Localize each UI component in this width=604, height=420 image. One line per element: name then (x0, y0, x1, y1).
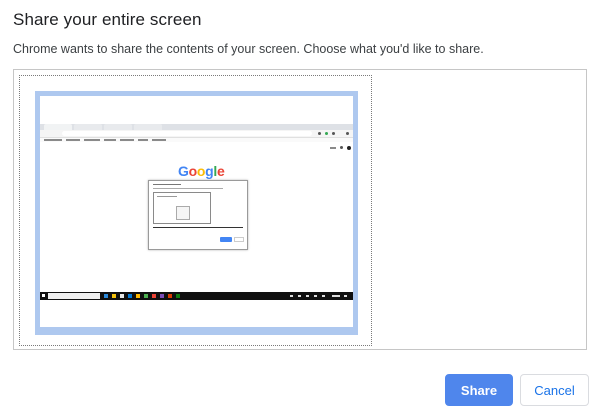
thumbnail-taskbar-app-icon (160, 294, 164, 298)
logo-letter: o (188, 163, 198, 179)
thumbnail-dialog-divider (153, 227, 243, 228)
thumbnail-start-icon (42, 294, 45, 297)
thumbnail-tray-icon (306, 295, 309, 297)
thumbnail-bookmark (120, 139, 134, 141)
thumbnail-tray-icon (290, 295, 293, 297)
logo-letter: o (196, 163, 206, 179)
thumbnail-bookmark (138, 139, 148, 141)
thumbnail-nested-window (176, 206, 190, 220)
thumbnail-clock (332, 295, 340, 297)
screen-thumbnail: Google (40, 96, 353, 327)
thumbnail-tray-icon (314, 295, 317, 297)
thumbnail-extension-icon (325, 132, 328, 135)
thumbnail-omnibox (62, 131, 312, 136)
thumbnail-taskbar-app-icon (120, 294, 124, 298)
thumbnail-tray-icon (298, 295, 301, 297)
thumbnail-dialog-title (153, 184, 181, 185)
share-button[interactable]: Share (445, 374, 513, 406)
thumbnail-taskbar-app-icon (168, 294, 172, 298)
thumbnail-menu-icon (346, 132, 349, 135)
thumbnail-google-logo: Google (178, 163, 225, 179)
thumbnail-extension-icon (318, 132, 321, 135)
thumbnail-share-dialog (148, 180, 248, 250)
thumbnail-bookmark (66, 139, 80, 141)
thumbnail-taskbar-app-icon (176, 294, 180, 298)
selected-screen-highlight: Google (35, 91, 358, 335)
dialog-subtitle: Chrome wants to share the contents of yo… (13, 42, 484, 56)
share-screen-dialog: Share your entire screen Chrome wants to… (0, 0, 604, 420)
thumbnail-nested-picker (153, 192, 211, 224)
thumbnail-tray-icon (322, 295, 325, 297)
logo-letter: G (178, 163, 189, 179)
dialog-title: Share your entire screen (13, 10, 202, 29)
thumbnail-bookmark (84, 139, 100, 141)
thumbnail-bookmark (152, 139, 166, 141)
cancel-button[interactable]: Cancel (520, 374, 589, 406)
thumbnail-bookmark (104, 139, 116, 141)
thumbnail-extension-icon (332, 132, 335, 135)
entire-screen-source[interactable]: Google (19, 75, 372, 346)
thumbnail-taskbar-app-icon (112, 294, 116, 298)
screen-picker-list: Google (13, 69, 587, 350)
thumbnail-avatar (347, 146, 351, 150)
thumbnail-notification-icon (344, 295, 347, 297)
thumbnail-share-button (220, 237, 232, 242)
thumbnail-taskbar-app-icon (144, 294, 148, 298)
thumbnail-nested-text (157, 196, 177, 197)
thumbnail-taskbar-app-icon (104, 294, 108, 298)
thumbnail-taskbar-app-icon (128, 294, 132, 298)
thumbnail-bookmark (44, 139, 62, 141)
thumbnail-taskbar-app-icon (136, 294, 140, 298)
logo-letter: e (216, 163, 225, 179)
thumbnail-taskbar-search (48, 293, 100, 299)
thumbnail-apps-icon (340, 146, 343, 149)
thumbnail-dialog-subtitle (153, 188, 223, 189)
thumbnail-taskbar-app-icon (152, 294, 156, 298)
thumbnail-gmail-link (330, 147, 336, 149)
thumbnail-cancel-button (234, 237, 244, 242)
